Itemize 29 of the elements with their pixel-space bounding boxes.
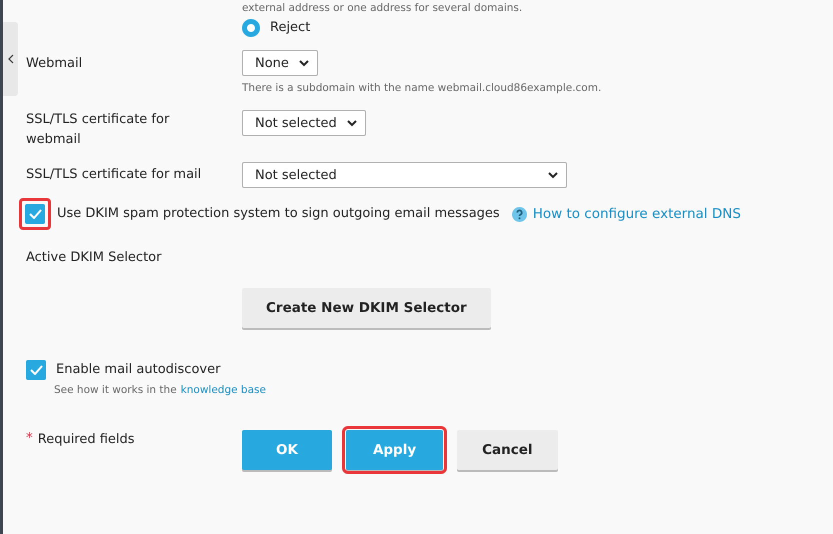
hint-text: There is a subdomain with the name webmail.cloud86example.com. (242, 82, 602, 94)
check-icon (28, 209, 42, 219)
knowledge-base-link[interactable]: knowledge base (180, 384, 266, 396)
field-label: Webmail (26, 55, 84, 73)
field-label: SSL/TLS certificate for mail (26, 166, 202, 184)
field-label: SSL/TLS certificate for webmail (26, 111, 170, 149)
chevron-down-icon (299, 60, 309, 66)
chevron-left-icon (8, 54, 14, 64)
hint-text: See how it works in the (54, 384, 177, 396)
chevron-down-icon (346, 120, 357, 126)
help-link[interactable]: How to configure external DNS (532, 206, 741, 222)
check-icon (30, 365, 42, 375)
help-icon (512, 206, 527, 222)
checkbox-label: Use DKIM spam protection system to sign outgoing email messages (57, 205, 500, 223)
required-label: Required fields (38, 431, 135, 449)
checkbox[interactable] (26, 360, 46, 380)
hint-text: external address or one address for several domains. (242, 2, 524, 14)
webmail-select[interactable]: None (242, 50, 318, 76)
form-button[interactable]: Cancel (457, 430, 558, 470)
field-label: Active DKIM Selector (26, 249, 162, 267)
radio-label: Reject (270, 19, 310, 37)
checkbox-label: Enable mail autodiscover (56, 361, 220, 379)
radio-button[interactable] (242, 19, 260, 37)
certificate-select[interactable]: Not selected (242, 162, 567, 188)
checkbox[interactable] (25, 204, 45, 224)
certificate-select[interactable]: Not selected (242, 110, 366, 136)
required-mark: * (26, 430, 33, 448)
create-selector-button[interactable]: Create New DKIM Selector (242, 288, 491, 328)
chevron-down-icon (548, 172, 558, 178)
